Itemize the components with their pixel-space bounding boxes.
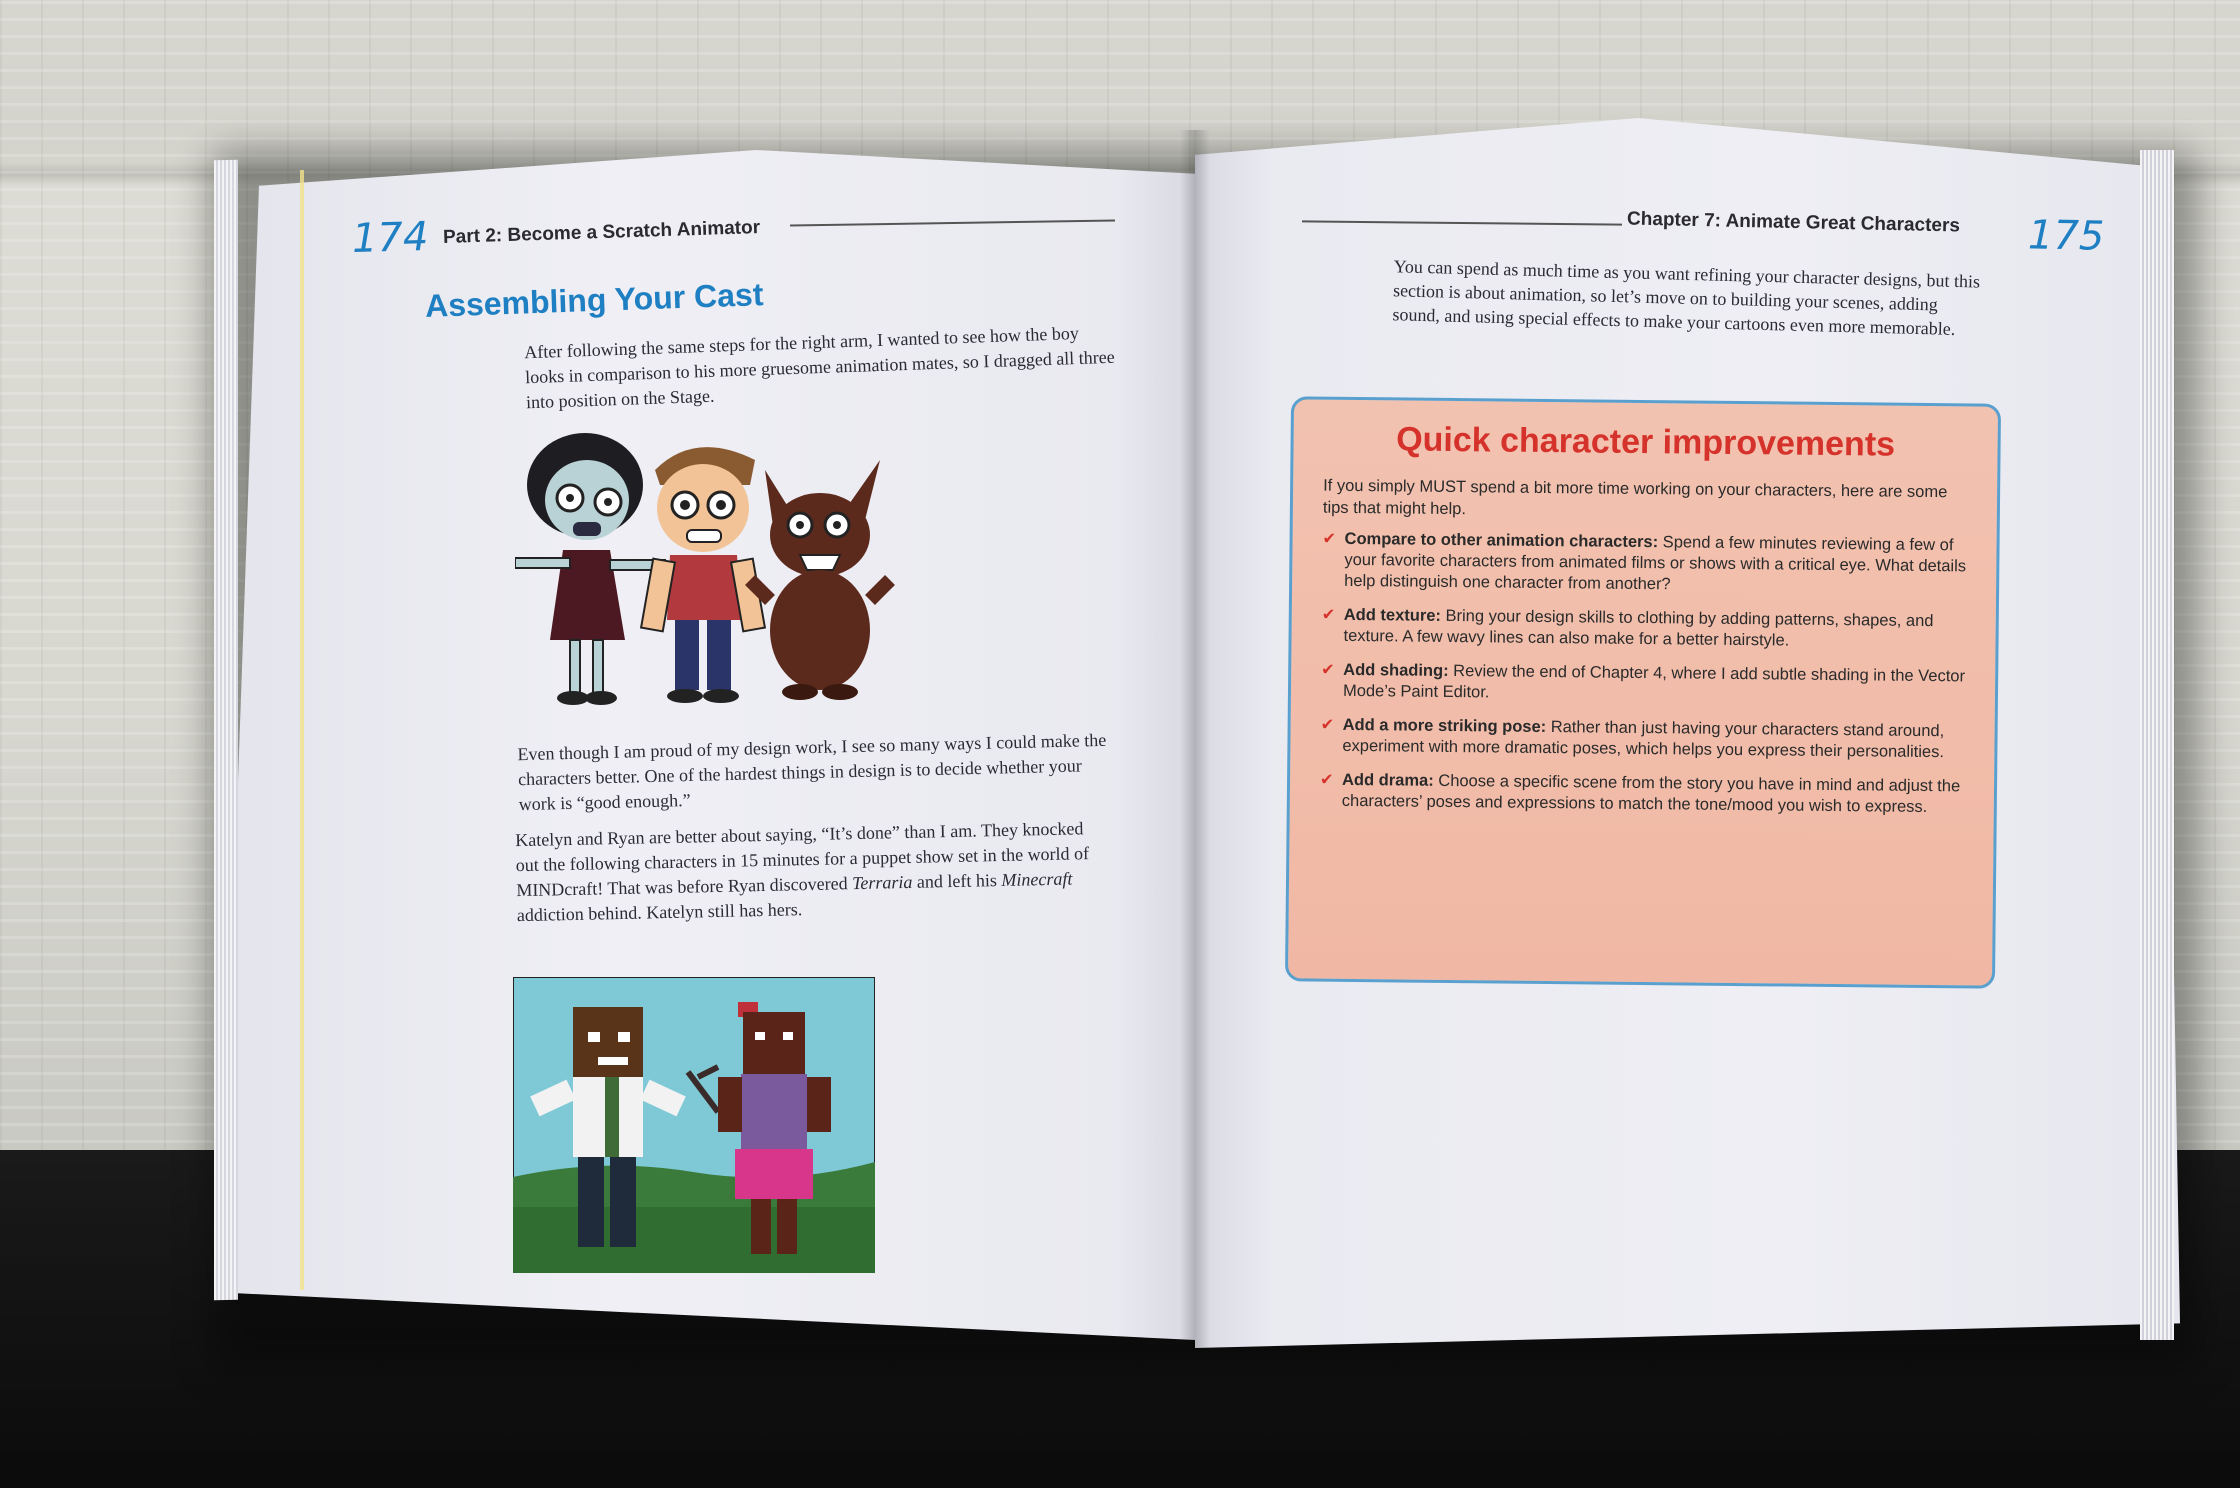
- check-icon: ✔: [1321, 661, 1335, 679]
- right-page-number: 175: [2027, 212, 2105, 260]
- paragraph-3: Katelyn and Ryan are better about saying…: [515, 818, 1090, 926]
- sidebar-title: Quick character improvements: [1395, 420, 1896, 464]
- check-icon: ✔: [1319, 771, 1334, 789]
- cartoon-characters-illustration: [515, 433, 895, 705]
- zombie-girl-figure: [515, 433, 666, 705]
- boy-figure: [639, 447, 767, 703]
- tip-item: ✔ Add drama: Choose a specific scene from…: [1319, 770, 1961, 816]
- sidebar-intro: If you simply MUST spend a bit more time…: [1322, 476, 1948, 519]
- book-gutter: [1180, 130, 1210, 1350]
- check-icon: ✔: [1320, 716, 1335, 734]
- left-page-edges: [214, 159, 238, 1301]
- check-icon: ✔: [1322, 530, 1337, 548]
- left-page-number: 174: [351, 214, 429, 262]
- tip-item: ✔ Add texture: Bring your design skills t…: [1321, 605, 1934, 650]
- werewolf-figure: [745, 460, 895, 700]
- quick-improvements-sidebar: Quick character improvements If you simp…: [1284, 396, 2002, 989]
- minecraft-puppets-photo: [513, 977, 875, 1273]
- right-page-edges: [2140, 150, 2174, 1340]
- tip-item: ✔ Add a more striking pose: Rather than j…: [1320, 715, 1945, 762]
- tip-item: ✔ Add shading: Review the end of Chapter …: [1321, 660, 1966, 702]
- yellow-margin-line: [300, 170, 304, 1290]
- paragraph-2: Even though I am proud of my design work…: [517, 729, 1107, 815]
- tip-item: ✔ Compare to other animation characters: …: [1322, 529, 1967, 594]
- check-icon: ✔: [1321, 606, 1336, 624]
